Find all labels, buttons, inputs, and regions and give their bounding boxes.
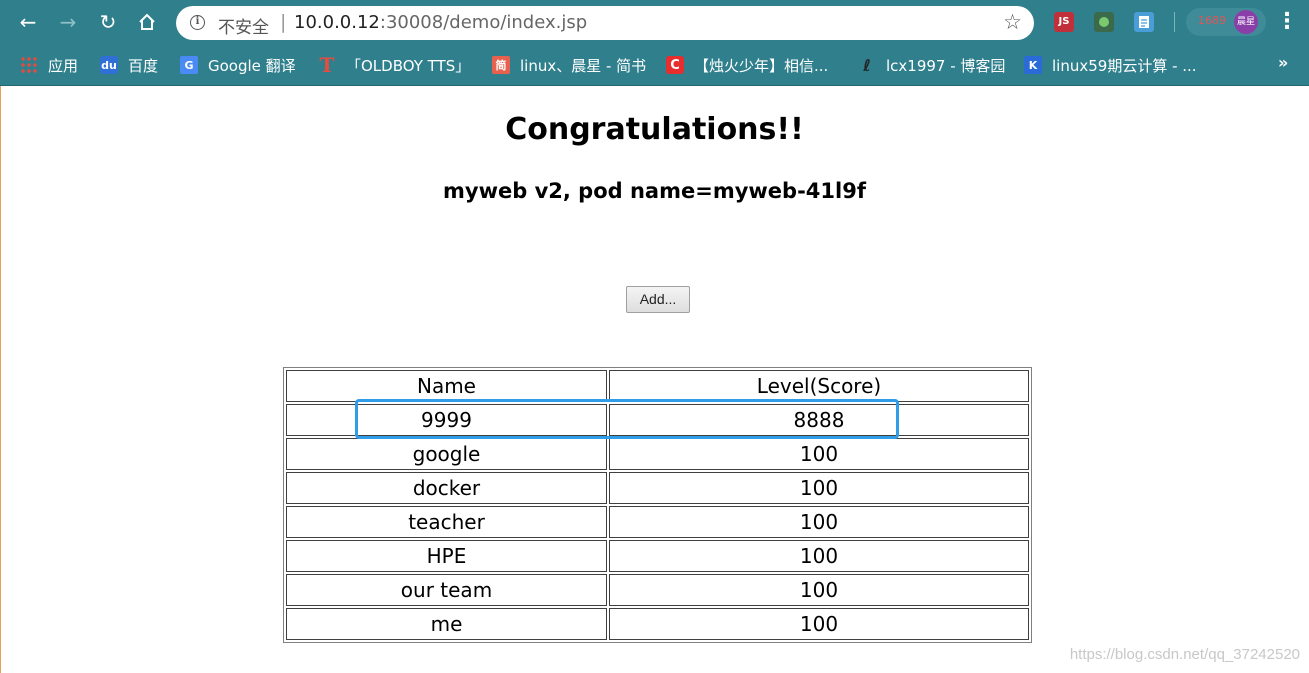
k-icon: K — [1024, 56, 1042, 74]
page-content: Congratulations!! myweb v2, pod name=myw… — [0, 86, 1309, 673]
address-separator: | — [280, 11, 287, 33]
table-row: me 100 — [286, 608, 1029, 640]
url-host: 10.0.0.12 — [294, 12, 380, 33]
table-row: HPE 100 — [286, 540, 1029, 572]
forward-arrow-icon[interactable]: → — [55, 9, 81, 35]
table-row: google 100 — [286, 438, 1029, 470]
browser-toolbar: ← → ↻ i 不安全 | 10.0.0.12:30008/demo/index… — [0, 0, 1309, 44]
back-arrow-icon[interactable]: ← — [15, 9, 41, 35]
score-column-header: Level(Score) — [609, 370, 1029, 402]
score-cell: 100 — [609, 506, 1029, 538]
tts-icon: T — [319, 53, 335, 77]
name-cell: docker — [286, 472, 607, 504]
bookmarks-overflow-icon[interactable]: » — [1278, 53, 1288, 72]
table-row: docker 100 — [286, 472, 1029, 504]
bookmark-label: 应用 — [48, 56, 79, 75]
address-bar[interactable]: i 不安全 | 10.0.0.12:30008/demo/index.jsp ☆ — [176, 6, 1034, 40]
url-text[interactable]: 10.0.0.12:30008/demo/index.jsp — [294, 12, 587, 33]
bookmark-star-icon[interactable]: ☆ — [1003, 10, 1022, 34]
profile-button[interactable]: 1689 晨星 — [1186, 8, 1266, 36]
bookmark-cnblogs[interactable]: ℓ lcx1997 - 博客园 — [858, 54, 1005, 76]
score-cell: 100 — [609, 438, 1029, 470]
table-header-row: Name Level(Score) — [286, 370, 1029, 402]
google-translate-icon: G — [180, 56, 198, 74]
more-menu-icon[interactable]: ⋮ — [1276, 9, 1298, 35]
name-cell: me — [286, 608, 607, 640]
apps-icon — [20, 56, 38, 74]
watermark: https://blog.csdn.net/qq_37242520 — [1069, 646, 1300, 663]
reload-icon[interactable]: ↻ — [95, 9, 121, 35]
bookmark-label: linux59期云计算 - ... — [1052, 56, 1197, 75]
name-cell: our team — [286, 574, 607, 606]
score-cell: 100 — [609, 472, 1029, 504]
bookmark-baidu[interactable]: du 百度 — [100, 54, 158, 76]
bookmark-label: linux、晨星 - 简书 — [520, 56, 647, 75]
name-cell: google — [286, 438, 607, 470]
score-cell: 100 — [609, 608, 1029, 640]
page-title: Congratulations!! — [505, 112, 804, 147]
score-cell: 8888 — [609, 404, 1029, 436]
bookmark-label: 百度 — [128, 56, 159, 75]
bookmark-label: Google 翻译 — [208, 56, 296, 75]
csdn-icon: C — [666, 56, 684, 74]
bookmark-label: 「OLDBOY TTS」 — [346, 56, 471, 75]
js-extension-icon[interactable]: JS — [1054, 12, 1074, 32]
bookmark-apps[interactable]: 应用 — [20, 54, 78, 76]
bookmarks-bar: 应用 du 百度 G Google 翻译 T 「OLDBOY TTS」 简 li… — [0, 44, 1309, 86]
score-cell: 100 — [609, 574, 1029, 606]
bookmark-jianshu[interactable]: 简 linux、晨星 - 简书 — [492, 54, 646, 76]
url-path: :30008/demo/index.jsp — [379, 12, 588, 33]
page-subtitle: myweb v2, pod name=myweb-41l9f — [443, 179, 866, 203]
profile-label: 1689 — [1198, 14, 1226, 27]
bookmark-oldboy-tts[interactable]: T 「OLDBOY TTS」 — [318, 53, 471, 77]
evernote-extension-icon[interactable] — [1094, 12, 1114, 32]
bookmark-csdn[interactable]: C 【烛火少年】相信... — [666, 54, 828, 76]
table-row: 9999 8888 — [286, 404, 1029, 436]
home-icon[interactable] — [134, 9, 160, 35]
toolbar-divider — [1174, 12, 1175, 32]
bookmark-linux59[interactable]: K linux59期云计算 - ... — [1024, 54, 1197, 76]
security-label[interactable]: 不安全 — [218, 13, 269, 38]
name-cell: 9999 — [286, 404, 607, 436]
cnblogs-icon: ℓ — [863, 55, 871, 75]
info-icon[interactable]: i — [190, 15, 205, 30]
bookmark-label: 【烛火少年】相信... — [694, 56, 829, 75]
name-cell: teacher — [286, 506, 607, 538]
bookmark-google-translate[interactable]: G Google 翻译 — [180, 54, 296, 76]
table-row: our team 100 — [286, 574, 1029, 606]
bookmark-label: lcx1997 - 博客园 — [886, 56, 1006, 75]
avatar: 晨星 — [1234, 10, 1258, 34]
jianshu-icon: 简 — [492, 56, 510, 74]
score-table: Name Level(Score) 9999 8888 google 100 d… — [283, 367, 1032, 643]
baidu-icon: du — [100, 56, 118, 74]
table-row: teacher 100 — [286, 506, 1029, 538]
add-button[interactable]: Add... — [626, 286, 690, 313]
window-edge — [0, 86, 1, 673]
score-cell: 100 — [609, 540, 1029, 572]
docs-extension-icon[interactable] — [1134, 12, 1154, 32]
name-column-header: Name — [286, 370, 607, 402]
name-cell: HPE — [286, 540, 607, 572]
